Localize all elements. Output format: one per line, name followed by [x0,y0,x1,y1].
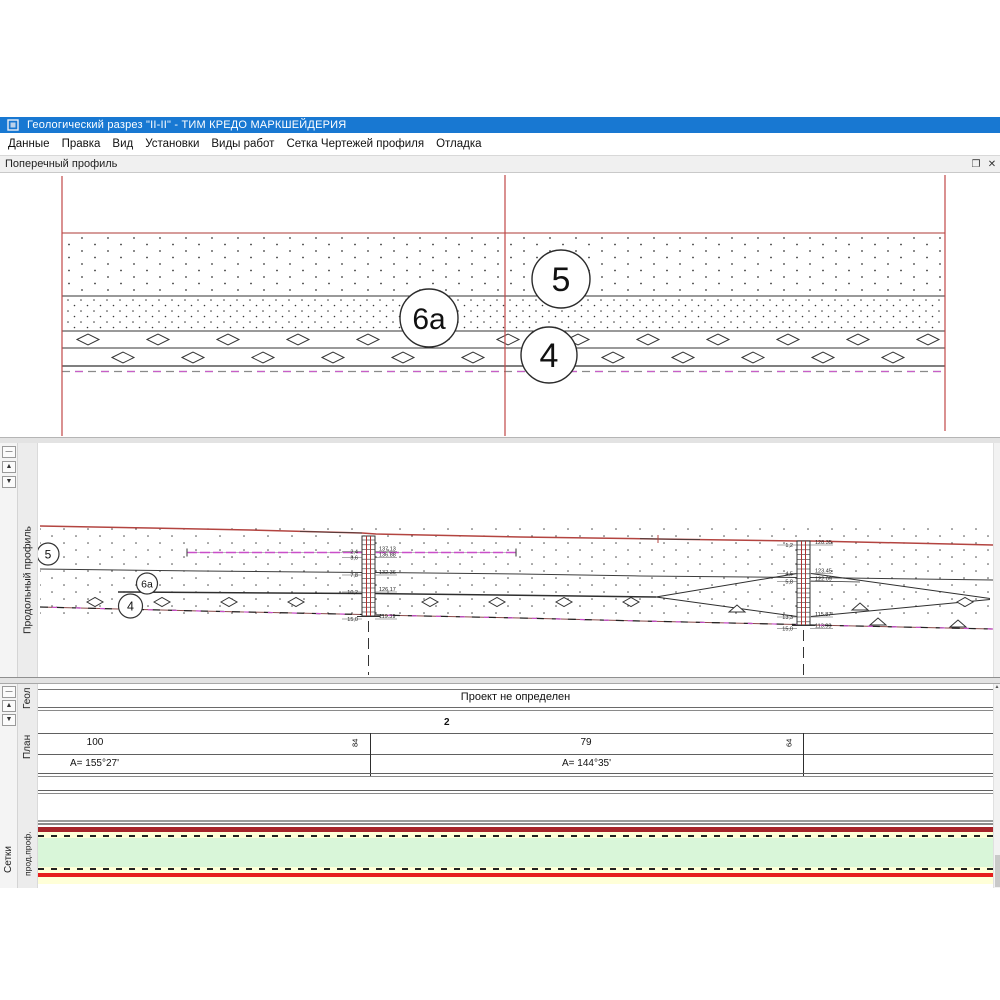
panel-collapse-button-2[interactable]: — [2,686,16,698]
longitudinal-panel-margin: Продольный профиль [18,443,38,677]
segment1-azimuth: A= 155°27' [70,758,119,769]
app-icon [7,119,19,131]
menu-item-vidy-rabot[interactable]: Виды работ [205,138,280,150]
plan-section-label[interactable]: План [18,718,37,776]
menu-item-vid[interactable]: Вид [106,138,139,150]
svg-text:126.17: 126.17 [379,587,396,593]
cross-profile-panel-header: Поперечный профиль ❐ ✕ [0,155,1000,173]
table-divider-2 [803,733,804,776]
svg-text:128.35: 128.35 [815,540,832,546]
window-titlebar[interactable]: Геологический разрез "II-II" - ТИМ КРЕДО… [0,117,1000,133]
menu-item-ustanovki[interactable]: Установки [139,138,205,150]
middle-scrollbar[interactable] [993,443,1000,677]
svg-text:5,8: 5,8 [785,579,793,585]
svg-text:10,2: 10,2 [347,590,358,596]
cross-profile-drawing: 6а 5 4 [0,173,1000,437]
scroll-up-icon[interactable]: ▲ [994,684,1000,691]
svg-text:115.87: 115.87 [815,612,831,618]
undock-icon[interactable]: ❐ [969,158,983,171]
horizontal-splitter-2[interactable] [0,677,1000,684]
project-title: Проект не определен [38,691,993,703]
svg-text:7,8: 7,8 [350,573,358,579]
segment1-end-label: 84 [349,734,361,751]
panel-down-button[interactable]: ▼ [2,476,16,488]
svg-text:13,3: 13,3 [782,615,793,621]
menu-item-otladka[interactable]: Отладка [430,138,487,150]
svg-text:4,5: 4,5 [785,571,793,577]
svg-text:5: 5 [552,261,571,299]
segment2-end-label: 64 [783,734,795,751]
layer-circle-6a: 6а [400,289,458,347]
geology-section-label[interactable]: Геол [18,684,37,712]
svg-text:3,6: 3,6 [350,555,358,561]
table-divider-1 [370,733,371,776]
layer-circle-5-mid: 5 [38,543,59,565]
svg-text:4: 4 [540,337,559,375]
svg-text:5: 5 [45,547,52,561]
svg-text:119.39: 119.39 [379,614,395,620]
menu-bar: Данные Правка Вид Установки Виды работ С… [0,133,1000,155]
longitudinal-profile-label: Продольный профиль [18,518,37,643]
svg-text:113.93: 113.93 [815,624,831,630]
layer-circle-4-mid: 4 [119,594,143,618]
svg-text:122.09: 122.09 [815,577,832,583]
menu-item-setka-chertezhey[interactable]: Сетка Чертежей профиля [280,138,430,150]
layer-circle-6a-mid: 6а [137,573,158,594]
svg-text:6а: 6а [412,303,446,336]
layer-circle-4: 4 [521,327,577,383]
prod-prof-section-label[interactable]: прод.проф. [18,822,37,886]
bottom-scrollbar[interactable]: ▲ [993,684,1000,888]
panel-title: Поперечный профиль [5,158,117,170]
panel-down-button-2[interactable]: ▼ [2,714,16,726]
panel-up-button[interactable]: ▲ [2,461,16,473]
longitudinal-profile-drawing: 2,43,67,810,215,0137.13136.88132.36126.1… [38,443,993,677]
longitudinal-panel-sidebar: — ▲ ▼ [0,443,18,677]
menu-item-pravka[interactable]: Правка [56,138,107,150]
panel-collapse-button[interactable]: — [2,446,16,458]
segment2-length: 79 [551,737,621,748]
scroll-thumb[interactable] [995,855,1000,887]
svg-text:4: 4 [127,600,134,614]
grids-panel-margin: Геол План прод.проф. [18,684,38,888]
grids-panel-sidebar: — ▲ ▼ Сетки [0,684,18,888]
green-band [38,838,993,867]
grids-tab-label[interactable]: Сетки [0,838,17,882]
panel-up-button-2[interactable]: ▲ [2,700,16,712]
svg-text:15,0: 15,0 [347,617,358,623]
svg-text:1,2: 1,2 [785,543,793,549]
menu-item-dannye[interactable]: Данные [2,138,56,150]
svg-text:6а: 6а [141,578,153,590]
close-icon[interactable]: ✕ [985,158,999,171]
layer-circle-5: 5 [532,250,590,308]
svg-text:123.45: 123.45 [815,569,832,575]
svg-text:136.88: 136.88 [379,553,396,559]
segment2-azimuth: A= 144°35' [562,758,611,769]
profile-number: 2 [444,717,450,728]
svg-text:15,0: 15,0 [782,626,793,632]
window-title: Геологический разрез "II-II" - ТИМ КРЕДО… [27,119,346,131]
svg-text:132.36: 132.36 [379,570,396,576]
segment1-length: 100 [60,737,130,748]
